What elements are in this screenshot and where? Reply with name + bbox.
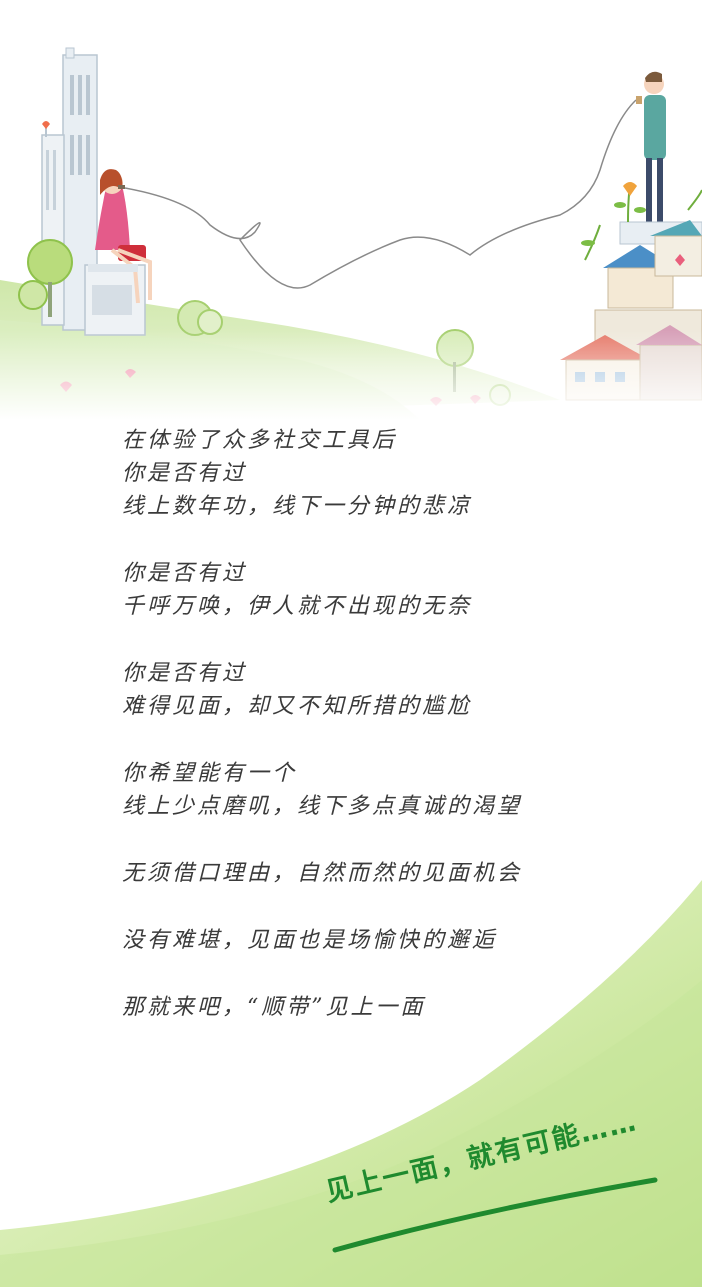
city-buildings [41, 47, 146, 336]
poem-line: 在体验了众多社交工具后 [122, 428, 398, 453]
phone-string [124, 99, 637, 289]
boy-figure [636, 71, 666, 223]
poem-line: 线上少点磨叽，线下多点真诚的渴望 [122, 794, 523, 819]
poem-line: 无须借口理由，自然而然的见面机会 [122, 861, 523, 886]
poem-line: 千呼万唤，伊人就不出现的无奈 [122, 594, 473, 619]
poem-line: 难得见面，却又不知所措的尴尬 [122, 694, 473, 719]
poem-line: 你希望能有一个 [122, 761, 298, 786]
poem-line: 你是否有过 [122, 461, 248, 486]
poem-line: 你是否有过 [122, 661, 248, 686]
poem: 在体验了众多社交工具后 你是否有过 线上数年功，线下一分钟的悲凉 你是否有过 千… [122, 424, 662, 1058]
poem-line: 线上数年功，线下一分钟的悲凉 [122, 494, 473, 519]
poem-line: 那就来吧，“顺带”见上一面 [122, 995, 426, 1020]
poem-stanza: 你是否有过 难得见面，却又不知所措的尴尬 [122, 657, 662, 723]
poem-stanza: 无须借口理由，自然而然的见面机会 [122, 857, 662, 890]
poem-line: 没有难堪，见面也是场愉快的邂逅 [122, 928, 498, 953]
poem-stanza: 在体验了众多社交工具后 你是否有过 线上数年功，线下一分钟的悲凉 [122, 424, 662, 523]
poem-stanza: 你希望能有一个 线上少点磨叽，线下多点真诚的渴望 [122, 757, 662, 823]
poem-stanza: 没有难堪，见面也是场愉快的邂逅 [122, 924, 662, 957]
poem-stanza: 那就来吧，“顺带”见上一面 [122, 991, 662, 1024]
poem-stanza: 你是否有过 千呼万唤，伊人就不出现的无奈 [122, 557, 662, 623]
header-illustration [0, 47, 702, 420]
poem-line: 你是否有过 [122, 561, 248, 586]
poster: 在体验了众多社交工具后 你是否有过 线上数年功，线下一分钟的悲凉 你是否有过 千… [0, 0, 702, 1287]
